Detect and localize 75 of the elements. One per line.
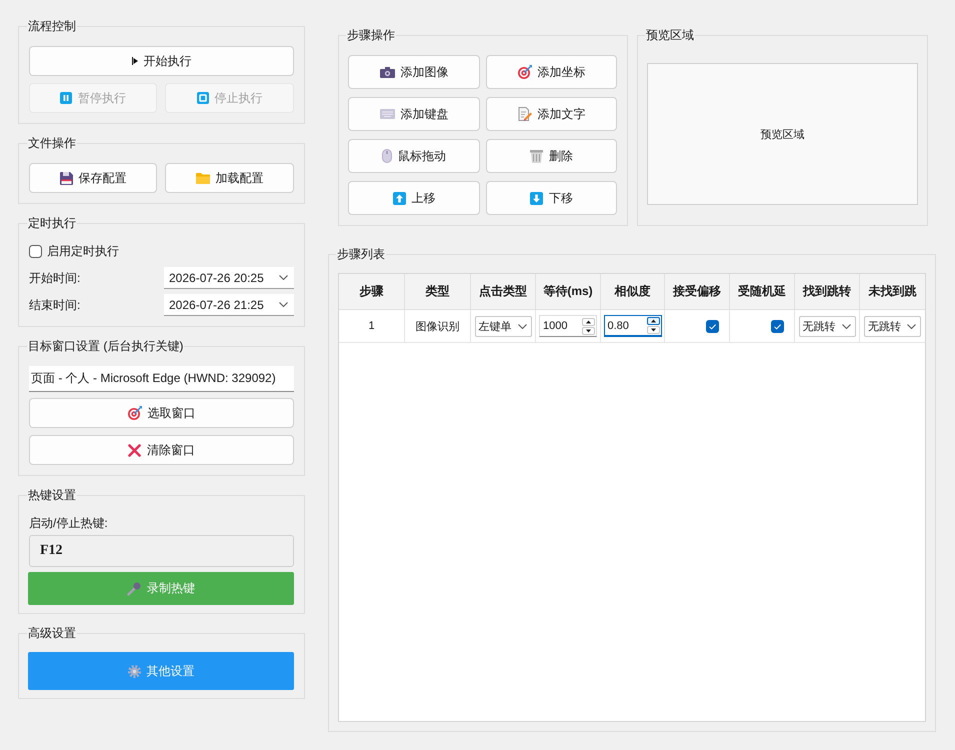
checkbox[interactable] [706,320,719,332]
spin-box[interactable]: 0.80 [604,315,662,337]
preview-field: 预览区域 [647,63,918,205]
memo-icon [518,107,532,121]
date-time-picker[interactable]: 2026-07-26 21:25 [164,294,294,316]
pick-window-button[interactable]: 选取窗口 [29,398,294,428]
group-title: 步骤操作 [346,27,396,43]
keyboard-icon [380,109,394,119]
delete-button[interactable]: 删除 [486,139,617,173]
column-header[interactable]: 找到跳转 [795,274,860,310]
column-header[interactable]: 等待(ms) [536,274,601,310]
checkbox[interactable] [771,320,784,332]
group-title: 流程控制 [27,18,77,34]
spin-up-icon[interactable] [646,317,660,325]
dropdown[interactable]: 左键单 [474,316,532,336]
field-label: 开始时间: [29,270,80,286]
table-cell: 图像识别 [405,310,471,343]
add-coordinate-button[interactable]: 添加坐标 [486,55,617,89]
down-arrow-icon [530,192,543,204]
group-title: 预览区域 [645,27,695,43]
target-icon [128,406,142,420]
chevron-down-icon [279,302,288,307]
move-down-button[interactable]: 下移 [486,181,617,215]
column-header[interactable]: 接受偏移 [665,274,730,310]
spin-box[interactable]: 1000 [539,315,597,337]
field-label: 结束时间: [29,296,80,314]
chevron-down-icon [518,324,526,328]
target-icon [518,65,532,79]
start-button[interactable]: 开始执行 [29,46,294,76]
column-header[interactable]: 类型 [405,274,471,310]
checkbox-label: 启用定时执行 [47,242,119,260]
column-header[interactable]: 相似度 [601,274,665,310]
column-header[interactable]: 点击类型 [471,274,536,310]
chevron-down-icon [279,275,288,280]
checkbox[interactable] [29,244,42,258]
mouse-drag-button[interactable]: 鼠标拖动 [348,139,480,173]
gear-icon [128,664,140,678]
stop-icon [196,92,208,104]
folder-icon [196,172,210,184]
dropdown[interactable]: 无跳转 [864,316,921,336]
window-title-field[interactable]: 页面 - 个人 - Microsoft Edge (HWND: 329092) [29,366,294,392]
group-title: 步骤列表 [336,246,386,262]
microphone-icon [127,582,141,596]
pause-icon [60,92,72,104]
group-title: 热键设置 [27,487,77,503]
column-header[interactable]: 步骤 [339,274,405,310]
group-title: 文件操作 [27,135,77,151]
load-config-button[interactable]: 加载配置 [165,163,294,193]
spin-down-icon[interactable] [582,326,595,334]
group-title: 目标窗口设置 (后台执行关键) [27,338,184,354]
chevron-down-icon [842,324,850,328]
cross-icon [128,444,141,456]
dropdown[interactable]: 无跳转 [798,316,856,336]
field-label: 启动/停止热键: [29,515,109,531]
hotkey-field[interactable]: F12 [29,535,294,567]
date-time-picker[interactable]: 2026-07-26 20:25 [164,267,294,289]
table-cell: 1 [339,310,405,343]
group-title: 定时执行 [27,215,77,231]
mouse-icon [382,149,392,163]
wastebasket-icon [530,150,543,162]
group-title: 高级设置 [27,625,77,641]
play-icon [132,57,138,65]
chevron-down-icon [907,324,916,328]
save-config-button[interactable]: 保存配置 [29,163,157,193]
up-arrow-icon [392,192,406,204]
column-header[interactable]: 未找到跳 [860,274,925,310]
spin-down-icon[interactable] [646,326,660,334]
camera-icon [380,66,394,78]
add-text-button[interactable]: 添加文字 [486,97,617,131]
move-up-button[interactable]: 上移 [348,181,480,215]
column-header[interactable]: 受随机延 [730,274,795,310]
add-keyboard-button[interactable]: 添加键盘 [348,97,480,131]
add-image-button[interactable]: 添加图像 [348,55,480,89]
spin-up-icon[interactable] [582,318,595,326]
clear-window-button[interactable]: 清除窗口 [29,435,294,465]
